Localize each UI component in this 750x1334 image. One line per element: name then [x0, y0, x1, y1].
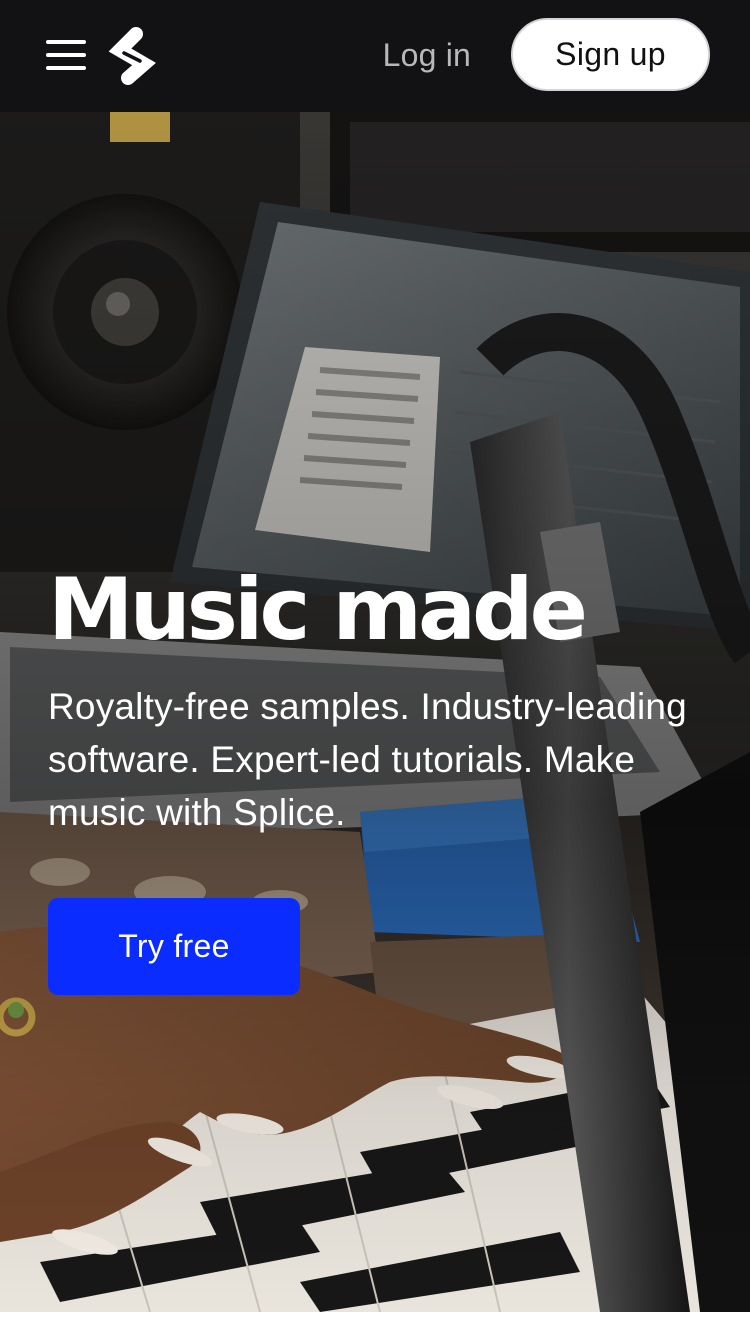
login-link[interactable]: Log in: [383, 30, 471, 80]
hero-subtitle: Royalty-free samples. Industry-leading s…: [48, 686, 687, 833]
try-free-button[interactable]: Try free: [48, 898, 300, 995]
hamburger-menu-icon[interactable]: [42, 36, 90, 76]
top-nav-bar: Log in Sign up: [0, 0, 750, 112]
hero-section: Music made Royalty-free samples. Industr…: [0, 112, 750, 1312]
signup-button[interactable]: Sign up: [511, 18, 710, 91]
splice-landing-page: Log in Sign up Music made Royalty-free s…: [0, 0, 750, 1334]
page-bottom-edge: [0, 1312, 750, 1334]
splice-logo-icon[interactable]: [106, 24, 158, 88]
hero-title: Music made: [48, 560, 588, 660]
